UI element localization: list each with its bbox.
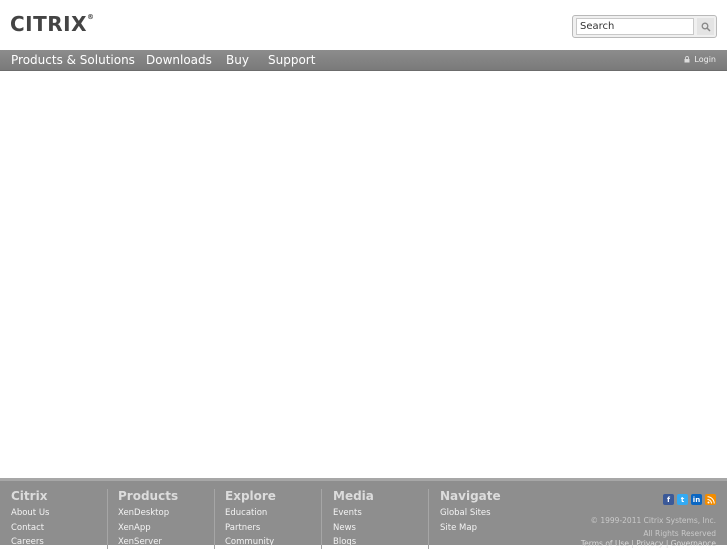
logo-text: CITRIX: [10, 12, 88, 36]
footer-column-citrix: Citrix About Us Contact Careers: [11, 489, 49, 549]
login-link[interactable]: Login: [684, 55, 716, 64]
site-footer: Citrix About Us Contact Careers Products…: [0, 478, 727, 549]
footer-column-title: Navigate: [440, 489, 501, 503]
linkedin-icon[interactable]: in: [691, 494, 702, 505]
privacy-link[interactable]: Privacy: [636, 539, 663, 548]
site-header: CITRIX®: [0, 0, 727, 50]
footer-column-media: Media Events News Blogs: [321, 489, 374, 549]
copyright-line: © 1999-2011 Citrix Systems, Inc.: [590, 516, 716, 525]
footer-link-xenapp[interactable]: XenApp: [118, 521, 178, 536]
footer-column-title: Media: [333, 489, 374, 503]
footer-column-title: Products: [118, 489, 179, 503]
footer-link-about-us[interactable]: About Us: [11, 506, 49, 521]
facebook-icon[interactable]: f: [663, 494, 674, 505]
footer-column-navigate: Navigate Global Sites Site Map: [428, 489, 501, 549]
search-box: [572, 15, 717, 38]
citrix-logo[interactable]: CITRIX®: [10, 12, 95, 36]
nav-item-support[interactable]: Support: [268, 53, 315, 67]
nav-item-products-solutions[interactable]: Products & Solutions: [11, 53, 135, 67]
footer-link-xenserver[interactable]: XenServer: [118, 535, 178, 550]
twitter-icon[interactable]: t: [677, 494, 688, 505]
footer-link-partners[interactable]: Partners: [225, 521, 276, 536]
social-links: f t in: [663, 494, 716, 505]
main-nav: Products & Solutions Downloads Buy Suppo…: [0, 50, 727, 71]
footer-column-title: Citrix: [11, 489, 48, 503]
footer-link-blogs[interactable]: Blogs: [333, 535, 374, 550]
lock-icon: [684, 56, 690, 63]
footer-column-explore: Explore Education Partners Community: [214, 489, 276, 549]
footer-link-global-sites[interactable]: Global Sites: [440, 506, 501, 521]
footer-link-news[interactable]: News: [333, 521, 374, 536]
footer-column-title: Explore: [225, 489, 276, 503]
footer-column-products: Products XenDesktop XenApp XenServer: [107, 489, 178, 549]
legal-separator: |: [631, 539, 634, 548]
footer-link-site-map[interactable]: Site Map: [440, 521, 501, 536]
governance-link[interactable]: Governance: [671, 539, 716, 548]
footer-link-events[interactable]: Events: [333, 506, 374, 521]
search-button[interactable]: [697, 18, 714, 35]
footer-link-careers[interactable]: Careers: [11, 535, 49, 550]
nav-item-buy[interactable]: Buy: [226, 53, 249, 67]
copyright: © 1999-2011 Citrix Systems, Inc. All Rig…: [590, 514, 716, 540]
footer-link-education[interactable]: Education: [225, 506, 276, 521]
search-icon: [701, 22, 711, 32]
footer-link-xendesktop[interactable]: XenDesktop: [118, 506, 178, 521]
main-content: [0, 71, 727, 478]
footer-link-contact[interactable]: Contact: [11, 521, 49, 536]
terms-of-use-link[interactable]: Terms of Use: [581, 539, 629, 548]
legal-separator: |: [665, 539, 669, 548]
logo-trademark: ®: [87, 13, 95, 21]
nav-item-downloads[interactable]: Downloads: [146, 53, 212, 67]
login-label: Login: [694, 55, 716, 64]
rss-icon[interactable]: [705, 494, 716, 505]
search-input[interactable]: [576, 18, 694, 35]
legal-links: Terms of Use | Privacy | Governance: [581, 539, 716, 548]
rss-glyph: [706, 495, 715, 504]
footer-link-community[interactable]: Community: [225, 535, 276, 550]
